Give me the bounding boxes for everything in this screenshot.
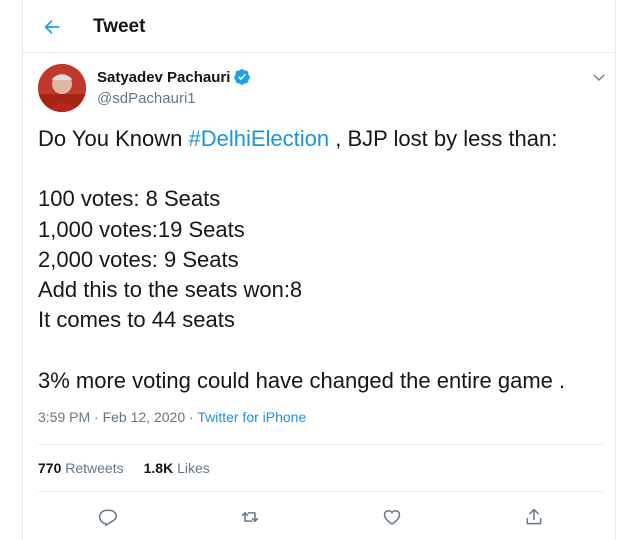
- retweets-stat[interactable]: 770 Retweets: [38, 460, 124, 476]
- tweet-line-1: Do You Known #DelhiElection , BJP lost b…: [38, 124, 598, 154]
- reply-icon: [98, 509, 118, 527]
- tweet-line-3: 100 votes: 8 Seats: [38, 186, 221, 212]
- reply-button[interactable]: [91, 500, 125, 534]
- retweet-icon: [241, 512, 259, 522]
- tweet-stats: 770 Retweets 1.8K Likes: [38, 460, 230, 476]
- tweet-text-segment: , BJP lost by less than:: [329, 126, 558, 151]
- divider: [38, 491, 603, 492]
- page-header: Tweet: [23, 0, 615, 53]
- tweet-text: Do You Known #DelhiElection , BJP lost b…: [38, 124, 598, 396]
- tweet-line-5: 2,000 votes: 9 Seats: [38, 246, 239, 272]
- author-name[interactable]: Satyadev Pachauri: [97, 69, 230, 86]
- chevron-down-icon[interactable]: [589, 68, 609, 88]
- likes-stat[interactable]: 1.8K Likes: [144, 460, 210, 476]
- author-row: Satyadev Pachauri: [97, 68, 251, 86]
- retweets-label: Retweets: [65, 460, 124, 476]
- tweet-line-6: Add this to the seats won:8: [38, 276, 303, 302]
- author-handle[interactable]: @sdPachauri1: [97, 90, 196, 107]
- tweet-time[interactable]: 3:59 PM: [38, 409, 90, 425]
- tweet-actions: [23, 500, 615, 534]
- tweet-date[interactable]: Feb 12, 2020: [103, 409, 186, 425]
- left-margin: [0, 0, 22, 540]
- avatar-image: [38, 64, 86, 112]
- retweets-count: 770: [38, 460, 62, 476]
- arrow-left-icon: [44, 19, 60, 35]
- avatar[interactable]: [38, 64, 86, 112]
- tweet-meta: 3:59 PM · Feb 12, 2020 · Twitter for iPh…: [38, 409, 306, 425]
- hashtag-link[interactable]: #DelhiElection: [188, 126, 329, 151]
- separator-dot: ·: [94, 409, 103, 425]
- share-button[interactable]: [517, 500, 551, 534]
- tweet-line-9: 3% more voting could have changed the en…: [38, 367, 566, 393]
- retweet-button[interactable]: [233, 500, 267, 534]
- tweet-source-link[interactable]: Twitter for iPhone: [197, 409, 306, 425]
- likes-count: 1.8K: [143, 460, 174, 476]
- verified-badge-icon: [234, 69, 251, 85]
- tweet-text-segment: Do You Known: [38, 126, 189, 151]
- back-button[interactable]: [35, 10, 69, 44]
- heart-icon: [383, 510, 401, 525]
- divider: [38, 444, 603, 445]
- tweet-line-4: 1,000 votes:19 Seats: [38, 216, 245, 242]
- share-icon: [526, 508, 542, 525]
- tweet-detail-panel: Tweet Satyadev Pachauri @sdPachauri1 Do …: [22, 0, 616, 540]
- likes-label: Likes: [177, 460, 210, 476]
- page-title: Tweet: [93, 16, 146, 37]
- tweet-line-7: It comes to 44 seats: [38, 307, 235, 333]
- like-button[interactable]: [375, 500, 409, 534]
